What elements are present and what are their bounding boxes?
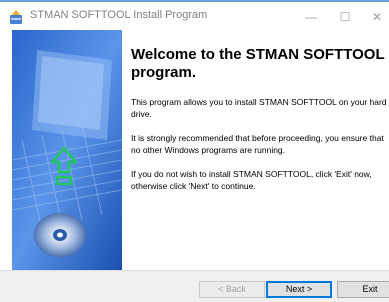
minimize-button[interactable]: — [296, 6, 326, 28]
installer-app-icon [10, 10, 22, 24]
cd-disc-icon [34, 213, 86, 257]
installer-window: STMAN SOFTTOOL Install Program — ☐ ✕ Wel… [0, 0, 389, 302]
warning-line-2: no other Windows programs are running. [131, 145, 286, 155]
welcome-heading-line-2: program. [131, 64, 197, 81]
intro-paragraph: This program allows you to install STMAN… [131, 96, 389, 120]
back-button[interactable]: < Back [199, 281, 265, 298]
next-button[interactable]: Next > [266, 281, 332, 298]
maximize-button[interactable]: ☐ [330, 6, 360, 28]
close-button[interactable]: ✕ [362, 6, 389, 28]
intro-line-1: This program allows you to install STMAN… [131, 97, 387, 107]
welcome-heading-line-1: Welcome to the STMAN SOFTTOOL Install [131, 46, 389, 63]
window-title: STMAN SOFTTOOL Install Program [30, 9, 208, 21]
intro-line-2: drive. [131, 109, 152, 119]
instruction-line-1: If you do not wish to install STMAN SOFT… [131, 169, 372, 179]
sidebar-banner [12, 30, 122, 270]
instruction-line-2: otherwise click 'Next' to continue. [131, 181, 256, 191]
welcome-content: Welcome to the STMAN SOFTTOOL Install pr… [131, 46, 389, 204]
title-bar: STMAN SOFTTOOL Install Program — ☐ ✕ [0, 0, 389, 30]
welcome-heading: Welcome to the STMAN SOFTTOOL Install pr… [131, 46, 389, 82]
exit-button[interactable]: Exit [337, 281, 389, 298]
warning-paragraph: It is strongly recommended that before p… [131, 132, 389, 156]
warning-line-1: It is strongly recommended that before p… [131, 133, 384, 143]
instruction-paragraph: If you do not wish to install STMAN SOFT… [131, 168, 389, 192]
close-icon: ✕ [371, 10, 383, 24]
button-bar: < Back Next > Exit [0, 270, 389, 302]
maximize-icon: ☐ [339, 10, 351, 24]
banner-graphic [12, 30, 122, 270]
minimize-icon: — [305, 10, 317, 24]
